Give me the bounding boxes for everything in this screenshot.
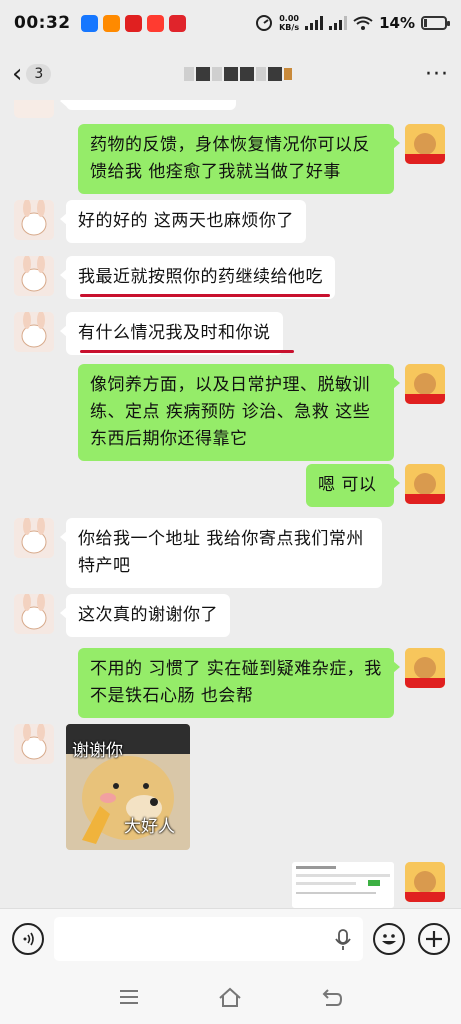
dog-avatar-icon [405, 364, 445, 404]
dog-avatar-icon [405, 862, 445, 902]
message-text: 这次真的谢谢你了 [78, 605, 218, 625]
plus-button[interactable] [418, 923, 450, 955]
speedometer-icon [256, 15, 273, 31]
message-bubble-in[interactable]: 我最近就按照你的药继续给他吃 [60, 256, 335, 299]
chat-title-redacted [184, 67, 293, 81]
message-bubble-in[interactable]: 好的好的 这两天也麻烦你了 [60, 200, 306, 243]
image-message-thumbnail[interactable] [292, 862, 394, 908]
bunny-avatar-icon [14, 312, 54, 352]
smiley-icon [382, 934, 396, 945]
app-icon-orange [102, 14, 120, 32]
net-speed-unit: KB/s [279, 23, 300, 32]
my-avatar[interactable] [405, 124, 445, 164]
voice-input-button[interactable] [12, 923, 44, 955]
message-text: 好的好的 这两天也麻烦你了 [78, 211, 294, 231]
message-bubble-in[interactable]: 你给我一个地址 我给你寄点我们常州特产吧 [60, 518, 382, 588]
screenshot-thumbnail-icon [292, 862, 394, 908]
battery-icon [421, 16, 450, 30]
message-bubble-out[interactable]: 不用的 习惯了 实在碰到疑难杂症，我不是铁石心肠 也会帮 [78, 648, 400, 718]
home-icon[interactable] [218, 986, 242, 1008]
message-bubble-out[interactable]: 药物的反馈，身体恢复情况你可以反馈给我 他痊愈了我就当做了好事 [78, 124, 400, 194]
my-avatar[interactable] [405, 364, 445, 404]
chat-header: ‹ 3 ··· [0, 48, 461, 100]
sticker-image[interactable]: 谢谢你 大好人 [66, 724, 190, 850]
message-text: 不用的 习惯了 实在碰到疑难杂症，我不是铁石心肠 也会帮 [90, 659, 382, 706]
menu-icon[interactable] [117, 986, 141, 1008]
dog-avatar-icon [405, 124, 445, 164]
back-icon[interactable] [320, 986, 344, 1008]
message-bubble-in[interactable]: 有什么情况我及时和你说 [60, 312, 283, 355]
message-bubble-out[interactable]: 像饲养方面，以及日常护理、脱敏训练、定点 疾病预防 诊治、急救 这些东西后期你还… [78, 364, 400, 461]
plus-icon [426, 931, 442, 947]
contact-avatar[interactable] [14, 312, 54, 352]
contact-avatar[interactable] [14, 100, 54, 118]
message-text: 像饲养方面，以及日常护理、脱敏训练、定点 疾病预防 诊治、急救 这些东西后期你还… [90, 375, 371, 449]
unread-count-badge[interactable]: 3 [26, 64, 52, 84]
dog-avatar-icon [405, 464, 445, 504]
message-text: 药物的反馈，身体恢复情况你可以反馈给我 他痊愈了我就当做了好事 [90, 135, 370, 182]
app-icon-red3 [168, 14, 186, 32]
message-text: 嗯 可以 [318, 475, 377, 495]
wifi-icon [353, 16, 373, 30]
net-speed-value: 0.00 [279, 14, 299, 23]
dog-avatar-icon [405, 648, 445, 688]
signal-icon [305, 16, 324, 30]
voice-icon [23, 932, 34, 946]
red-underline-annotation [80, 350, 294, 353]
my-avatar[interactable] [405, 464, 445, 504]
sticker-caption-top: 谢谢你 [72, 741, 123, 761]
net-speed: 0.00 KB/s [279, 14, 299, 32]
bunny-avatar-icon [14, 724, 54, 764]
message-text-input[interactable] [54, 917, 363, 961]
message-bubble-out[interactable]: 嗯 可以 [306, 464, 400, 507]
contact-avatar[interactable] [14, 594, 54, 634]
contact-avatar[interactable] [14, 256, 54, 296]
message-input-bar [0, 908, 461, 970]
partial-message-bubble[interactable] [60, 100, 236, 110]
signal-icon-2 [329, 16, 348, 30]
emoji-button[interactable] [373, 923, 405, 955]
sticker-caption-bottom: 大好人 [124, 817, 175, 837]
my-avatar[interactable] [405, 648, 445, 688]
app-icon-red [124, 14, 142, 32]
system-nav-bar [0, 970, 461, 1024]
more-dots-icon[interactable]: ··· [425, 62, 449, 87]
alipay-icon [80, 14, 98, 32]
my-avatar[interactable] [405, 862, 445, 902]
status-bar: 00:32 0.00 KB/s 14% [0, 0, 461, 46]
status-app-icons [80, 14, 186, 32]
bunny-avatar-icon [14, 594, 54, 634]
red-underline-annotation [80, 294, 330, 297]
bunny-avatar-icon [14, 200, 54, 240]
contact-avatar[interactable] [14, 724, 54, 764]
bunny-avatar-icon [14, 256, 54, 296]
contact-avatar[interactable] [14, 200, 54, 240]
message-bubble-in[interactable]: 这次真的谢谢你了 [60, 594, 230, 637]
battery-percent: 14% [379, 14, 415, 32]
bunny-avatar-icon [14, 518, 54, 558]
status-time: 00:32 [14, 13, 71, 33]
chat-message-list: 药物的反馈，身体恢复情况你可以反馈给我 他痊愈了我就当做了好事 好的好的 这两天… [0, 100, 461, 908]
microphone-icon[interactable] [335, 929, 351, 951]
contact-avatar[interactable] [14, 518, 54, 558]
app-icon-red2 [146, 14, 164, 32]
message-text: 你给我一个地址 我给你寄点我们常州特产吧 [78, 529, 364, 576]
message-text: 有什么情况我及时和你说 [78, 323, 271, 343]
chevron-left-icon[interactable]: ‹ [12, 59, 22, 89]
message-text: 我最近就按照你的药继续给他吃 [78, 267, 323, 287]
